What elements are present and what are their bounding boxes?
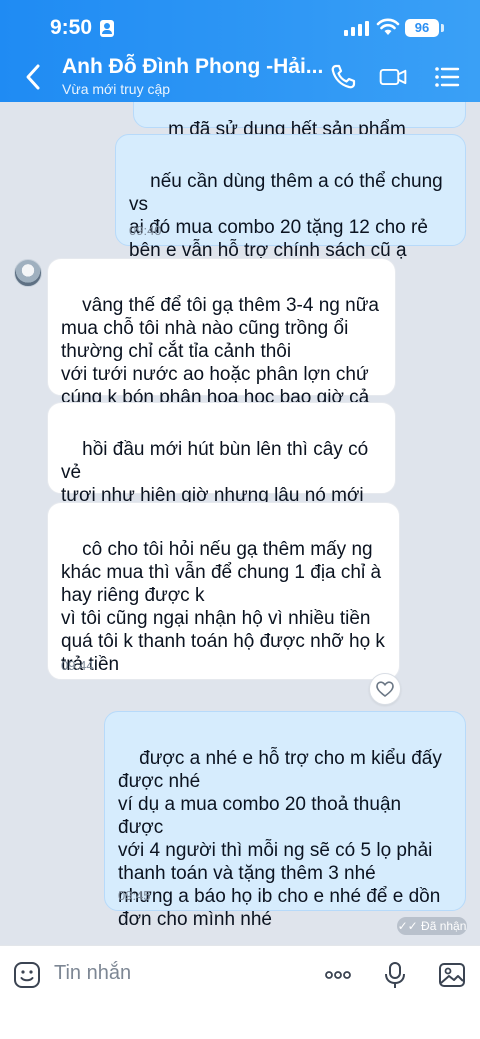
message-bubble-outgoing[interactable]: m đã sử dụng hết sản phẩm chưa ạ?	[133, 102, 466, 163]
contact-avatar[interactable]	[14, 259, 42, 287]
message-text: được a nhé e hỗ trợ cho m kiểu đấy được …	[118, 748, 442, 930]
focus-person-icon	[100, 20, 114, 37]
emoji-sticker-icon[interactable]	[12, 960, 42, 990]
message-bubble-incoming[interactable]: vâng thế để tôi gạ thêm 3-4 ng nữa mua c…	[47, 258, 396, 408]
message-text: cô cho tôi hỏi nếu gạ thêm mấy ng khác m…	[61, 539, 385, 675]
image-icon[interactable]	[437, 960, 467, 990]
delivery-status-badge: ✓✓ Đã nhận	[397, 917, 467, 935]
message-bubble-outgoing[interactable]: nếu cần dùng thêm a có thể chung vs ai đ…	[115, 134, 466, 261]
menu-icon[interactable]	[432, 62, 462, 92]
video-icon[interactable]	[378, 62, 408, 92]
message-input-bar: Tin nhắn	[0, 945, 480, 1039]
chat-header: 9:50 96 Anh Đỗ Đình Phong -Hải... Vừa mớ…	[0, 0, 480, 102]
message-bubble-outgoing[interactable]: được a nhé e hỗ trợ cho m kiểu đấy được …	[104, 711, 466, 930]
battery-tip	[441, 24, 444, 32]
back-icon[interactable]	[22, 62, 46, 92]
message-list[interactable]: m đã sử dụng hết sản phẩm chưa ạ? nếu cầ…	[0, 102, 480, 945]
message-time: 09:45	[118, 888, 151, 903]
delivery-status-label: Đã nhận	[421, 919, 467, 933]
microphone-icon[interactable]	[380, 960, 410, 990]
last-seen-status: Vừa mới truy cập	[62, 81, 171, 97]
wifi-icon	[376, 18, 400, 35]
message-bubble-incoming[interactable]: cô cho tôi hỏi nếu gạ thêm mấy ng khác m…	[47, 502, 400, 680]
status-bar: 9:50 96	[0, 0, 480, 52]
heart-reaction-icon[interactable]	[369, 673, 401, 705]
message-bubble-incoming[interactable]: hồi đầu mới hút bùn lên thì cây có vẻ tư…	[47, 402, 396, 552]
more-options-icon[interactable]	[323, 960, 353, 990]
cellular-signal-icon	[344, 20, 370, 36]
message-input[interactable]: Tin nhắn	[54, 962, 131, 985]
battery-icon: 96	[405, 19, 439, 37]
message-time: 09:40	[129, 223, 162, 238]
phone-icon[interactable]	[328, 62, 358, 92]
status-time: 9:50	[50, 16, 93, 39]
message-text: nếu cần dùng thêm a có thể chung vs ai đ…	[129, 171, 443, 261]
message-text: vâng thế để tôi gạ thêm 3-4 ng nữa mua c…	[61, 295, 379, 408]
contact-name[interactable]: Anh Đỗ Đình Phong -Hải...	[62, 55, 323, 79]
message-time: 09:44	[61, 658, 94, 673]
